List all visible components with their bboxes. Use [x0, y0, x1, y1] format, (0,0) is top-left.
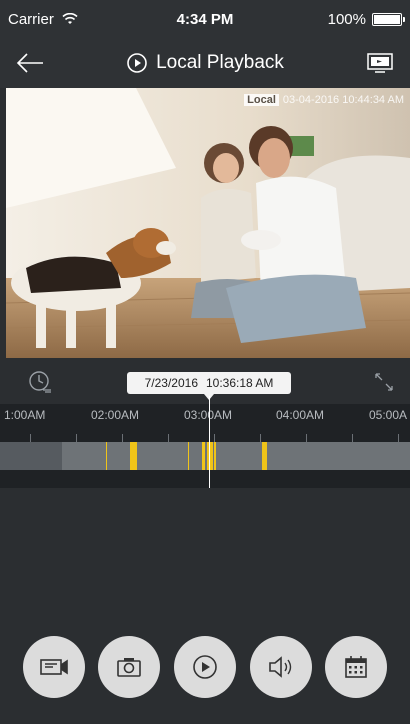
- tv-icon: [367, 53, 393, 73]
- hour-label-5: 05:00A: [369, 408, 408, 422]
- playback-controls: [0, 636, 410, 700]
- status-left: Carrier: [8, 11, 148, 28]
- recording-marker: [214, 442, 216, 470]
- recording-marker: [202, 442, 205, 470]
- record-button[interactable]: [22, 636, 85, 698]
- hour-label-1: 1:00AM: [4, 408, 46, 422]
- record-video-icon: [39, 659, 68, 675]
- nav-bar: Local Playback: [0, 38, 410, 88]
- timeline-ruler[interactable]: 1:00AM 02:00AM 03:00AM 04:00AM 05:00A: [0, 404, 410, 442]
- play-button[interactable]: [173, 636, 236, 698]
- ruler-tick: [122, 434, 123, 442]
- recording-marker: [188, 442, 189, 470]
- recording-marker: [207, 442, 213, 470]
- volume-button[interactable]: [249, 636, 312, 698]
- recording-marker: [130, 442, 137, 470]
- status-right: 100%: [262, 10, 405, 28]
- bubble-date: 7/23/2016: [144, 376, 198, 390]
- hour-label-2: 02:00AM: [91, 408, 140, 422]
- play-icon: [193, 655, 217, 679]
- hour-label-4: 04:00AM: [276, 408, 325, 422]
- osd-timestamp: 03-04-2016 10:44:34 AM: [282, 94, 404, 106]
- playhead[interactable]: [209, 396, 210, 488]
- wifi-icon: [62, 13, 78, 24]
- page-title: Local Playback: [60, 52, 350, 74]
- playback-icon: [127, 53, 147, 73]
- carrier-label: Carrier: [8, 10, 54, 28]
- volume-icon: [268, 656, 291, 678]
- ruler-tick: [352, 434, 353, 442]
- status-time: 4:34 PM: [176, 10, 234, 28]
- recording-marker: [262, 442, 267, 470]
- recording-track[interactable]: [0, 442, 410, 470]
- ruler-tick: [30, 434, 31, 442]
- video-player[interactable]: Local 03-04-2016 10:44:34 AM: [6, 88, 410, 358]
- video-osd: Local 03-04-2016 10:44:34 AM: [244, 94, 404, 106]
- status-bar: Carrier 4:34 PM 100%: [0, 0, 410, 38]
- back-arrow-icon: [16, 53, 43, 73]
- ruler-tick: [168, 434, 169, 442]
- clock-search-icon[interactable]: [28, 370, 52, 394]
- bubble-time: 10:36:18 AM: [206, 376, 274, 390]
- page-title-label: Local Playback: [156, 52, 284, 73]
- ruler-tick: [306, 434, 307, 442]
- calendar-icon: [345, 656, 367, 678]
- ruler-tick: [260, 434, 261, 442]
- recording-marker: [106, 442, 107, 470]
- back-button[interactable]: [0, 38, 60, 88]
- track-no-record-segment: [0, 442, 62, 470]
- battery-percent: 100%: [327, 10, 366, 28]
- timeline-footer: [0, 470, 410, 488]
- fullscreen-icon[interactable]: [372, 370, 396, 394]
- timeline-time-bubble: 7/23/2016 10:36:18 AM: [127, 372, 291, 400]
- snapshot-icon: [117, 658, 142, 677]
- ruler-tick: [398, 434, 399, 442]
- battery-icon: [372, 12, 405, 26]
- video-frame-image: [6, 88, 410, 358]
- osd-source-tag: Local: [244, 94, 279, 106]
- calendar-button[interactable]: [325, 636, 388, 698]
- tv-mode-button[interactable]: [350, 38, 410, 88]
- ruler-tick: [214, 434, 215, 442]
- snapshot-button[interactable]: [98, 636, 161, 698]
- ruler-tick: [76, 434, 77, 442]
